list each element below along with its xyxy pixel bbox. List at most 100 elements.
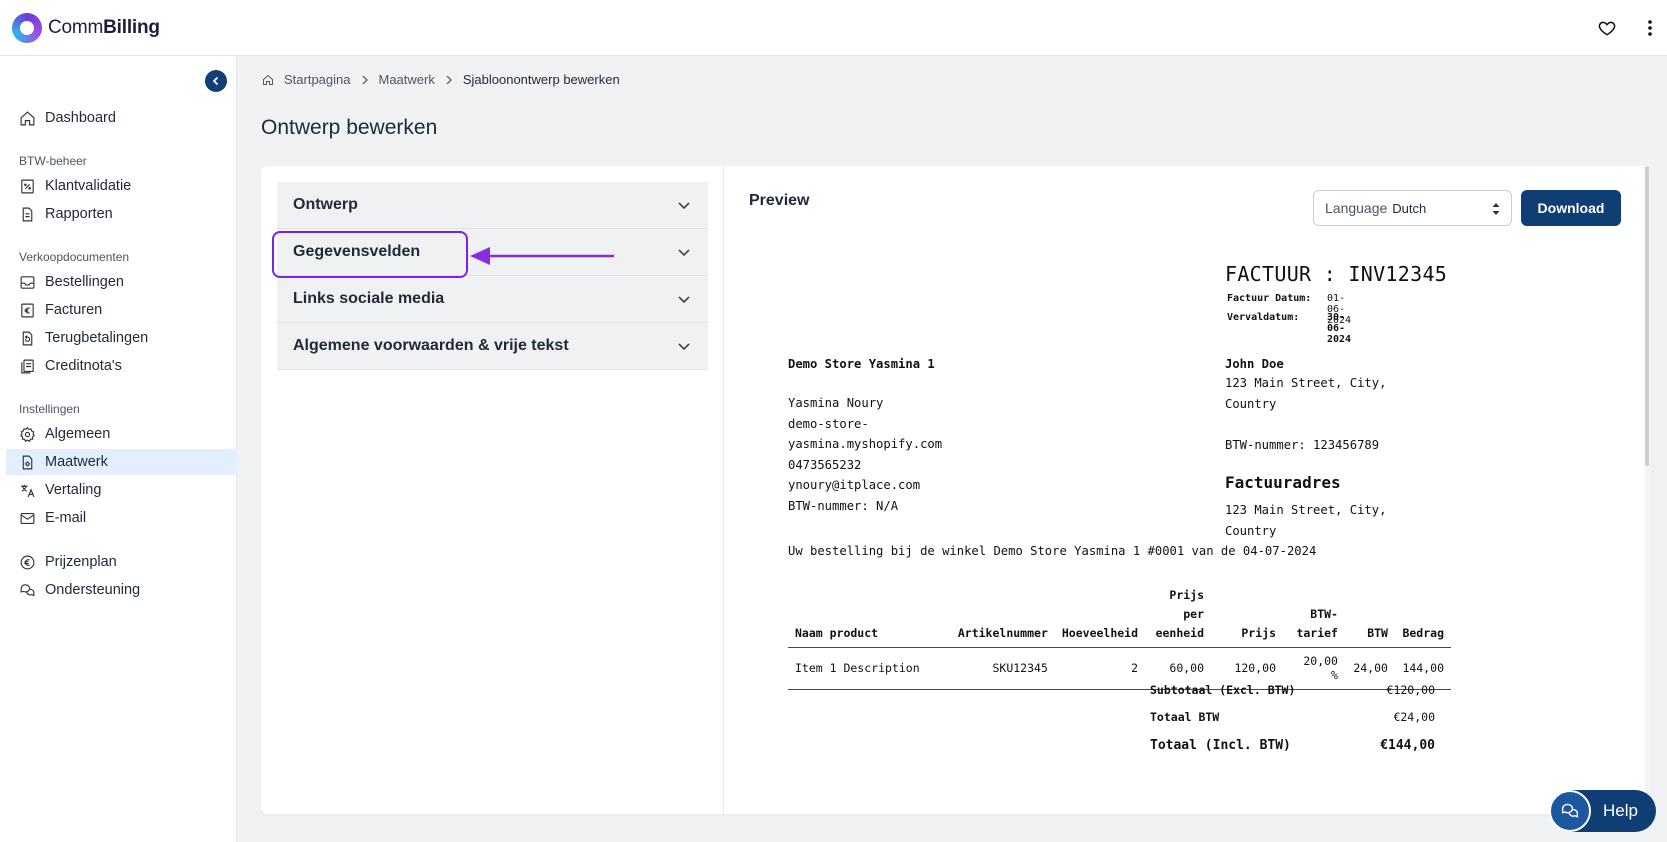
billing-address-title: Factuuradres [1225, 473, 1341, 492]
help-label: Help [1603, 801, 1638, 820]
home-icon[interactable] [262, 74, 274, 86]
grand-total-value: €144,00 [1380, 738, 1435, 753]
breadcrumb-parent-link[interactable]: Maatwerk [379, 72, 435, 87]
accordion-label: Links sociale media [293, 290, 445, 307]
page-title: Ontwerp bewerken [261, 116, 438, 139]
cell-qty: 2 [1054, 647, 1146, 690]
euro-doc-icon [21, 303, 34, 317]
language-select[interactable]: Language Dutch [1313, 190, 1512, 226]
sidebar-item-ondersteuning[interactable]: Ondersteuning [6, 577, 237, 603]
column-header-unit-price: Prijs per eenheid [1145, 586, 1212, 648]
sidebar-item-label: Ondersteuning [45, 582, 141, 598]
breadcrumb: Startpagina Maatwerk Sjabloonontwerp bew… [262, 72, 620, 87]
stacked-docs-icon [21, 359, 34, 373]
invoice-date-label: Factuur Datum: [1227, 293, 1312, 304]
translate-icon [21, 484, 35, 497]
billing-address: 123 Main Street, City, Country [1225, 503, 1387, 538]
accordion-algemene-voorwaarden[interactable]: Algemene voorwaarden & vrije tekst [277, 323, 708, 370]
mail-icon [20, 512, 35, 524]
sidebar-item-label: Maatwerk [45, 454, 108, 470]
chevron-down-icon [678, 343, 690, 351]
gear-icon [20, 426, 36, 442]
invoice-items-table: Naam product Artikelnummer Hoeveelheid P… [788, 586, 1451, 690]
subtotal-label: Subtotaal (Excl. BTW) [1150, 683, 1296, 697]
sidebar-item-terugbetalingen[interactable]: Terugbetalingen [6, 325, 237, 351]
sidebar-item-label: Facturen [45, 302, 103, 318]
logo-text: CommBilling [48, 17, 160, 38]
grand-total-label: Totaal (Incl. BTW) [1150, 738, 1291, 753]
preview-scrollbar-thumb[interactable] [1645, 166, 1649, 466]
chevron-right-icon [362, 75, 368, 84]
sidebar-item-creditnotas[interactable]: Creditnota's [6, 353, 237, 379]
preview-title: Preview [749, 192, 810, 209]
sidebar-item-label: Rapporten [45, 206, 113, 222]
customer-name: John Doe [1225, 357, 1284, 371]
accordion-links-sociale-media[interactable]: Links sociale media [277, 276, 708, 323]
document-icon [22, 207, 33, 221]
refund-doc-icon [22, 331, 33, 345]
inbox-icon [20, 275, 35, 289]
app-logo[interactable]: CommBilling [12, 13, 160, 43]
invoice-due-label: Vervaldatum: [1227, 312, 1300, 323]
chevron-down-icon [678, 249, 690, 257]
sidebar-item-label: Prijzenplan [45, 554, 117, 570]
sidebar-item-label: Dashboard [45, 110, 116, 126]
accordion-ontwerp[interactable]: Ontwerp [277, 182, 708, 229]
language-select-value: Dutch [1392, 200, 1427, 216]
sidebar-item-label: Algemeen [45, 426, 111, 442]
breadcrumb-home-link[interactable]: Startpagina [284, 72, 351, 87]
favorite-heart-icon[interactable] [1595, 16, 1619, 40]
sidebar-item-dashboard[interactable]: Dashboard [6, 105, 237, 131]
chevron-down-icon [678, 296, 690, 304]
sidebar-item-label: Terugbetalingen [45, 330, 149, 346]
home-icon [20, 110, 35, 125]
percent-doc-icon [21, 179, 34, 193]
sidebar-section-btw: BTW-beheer [19, 154, 87, 168]
sidebar-item-label: Klantvalidatie [45, 178, 132, 194]
seller-details: Yasmina Noury demo-store- yasmina.myshop… [788, 396, 943, 513]
cell-sku: SKU12345 [950, 647, 1055, 690]
order-line: Uw bestelling bij de winkel Demo Store Y… [788, 544, 1317, 558]
more-vertical-icon[interactable] [1638, 16, 1662, 40]
vat-total-value: €24,00 [1393, 710, 1435, 724]
download-button[interactable]: Download [1521, 190, 1621, 226]
sidebar-item-maatwerk[interactable]: Maatwerk [6, 449, 237, 475]
chevron-right-icon [446, 75, 452, 84]
chat-icon [20, 583, 35, 596]
column-header-vat-rate: BTW-tarief [1283, 586, 1345, 648]
sidebar-section-instellingen: Instellingen [19, 402, 80, 416]
invoice-date-row: Factuur Datum: 01-06-2024 [1227, 293, 1351, 326]
column-header-vat: BTW [1344, 586, 1395, 648]
top-bar: CommBilling [0, 0, 1667, 56]
cell-product: Item 1 Description [788, 647, 951, 690]
sidebar-item-algemeen[interactable]: Algemeen [6, 421, 237, 447]
sidebar-item-bestellingen[interactable]: Bestellingen [6, 269, 237, 295]
sidebar-section-verkoop: Verkoopdocumenten [19, 250, 130, 264]
breadcrumb-current: Sjabloonontwerp bewerken [462, 72, 620, 87]
column-header-product: Naam product [788, 586, 951, 648]
sidebar-item-email[interactable]: E-mail [6, 505, 237, 531]
annotation-arrow-icon [470, 247, 614, 265]
sidebar-item-facturen[interactable]: Facturen [6, 297, 237, 323]
column-header-sku: Artikelnummer [950, 586, 1055, 648]
sidebar-item-klantvalidatie[interactable]: Klantvalidatie [6, 173, 237, 199]
sidebar-item-vertaling[interactable]: Vertaling [6, 477, 237, 503]
column-header-price: Prijs [1211, 586, 1283, 648]
sidebar-item-prijzenplan[interactable]: Prijzenplan [6, 549, 237, 575]
sidebar-item-label: Vertaling [45, 482, 102, 498]
chevron-down-icon [678, 202, 690, 210]
vat-total-label: Totaal BTW [1150, 710, 1220, 724]
custom-doc-icon [22, 455, 33, 469]
invoice-preview: FACTUUR : INV12345 Factuur Datum: 01-06-… [751, 246, 1451, 814]
collapse-sidebar-button[interactable] [205, 70, 227, 92]
sidebar-item-rapporten[interactable]: Rapporten [6, 201, 237, 227]
column-header-amount: Bedrag [1394, 586, 1451, 648]
invoice-header: FACTUUR : INV12345 [1225, 262, 1448, 286]
column-header-qty: Hoeveelheid [1054, 586, 1146, 648]
subtotal-value: €120,00 [1386, 683, 1435, 697]
store-name: Demo Store Yasmina 1 [788, 357, 935, 371]
euro-circle-icon [20, 555, 35, 569]
help-chat-icon[interactable] [1549, 790, 1591, 832]
highlight-box [272, 231, 468, 278]
logo-mark-icon [12, 13, 42, 43]
